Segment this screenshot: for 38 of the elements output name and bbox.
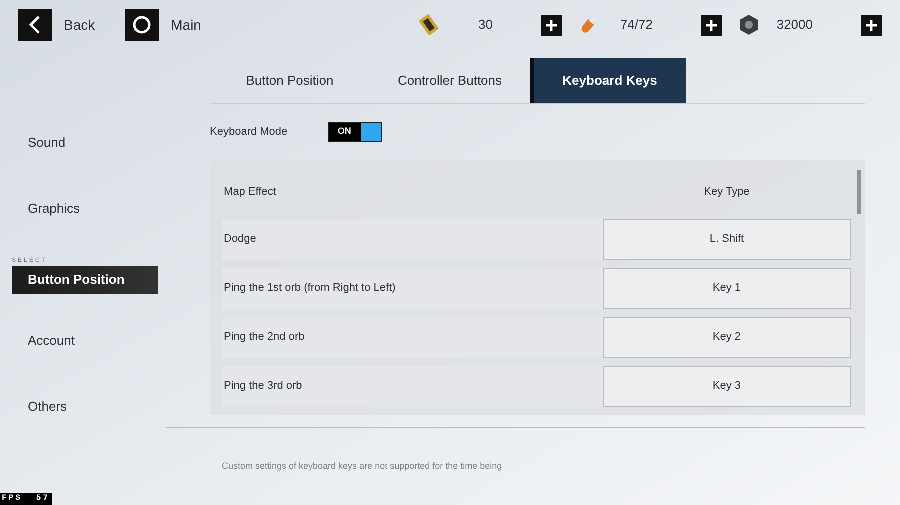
- add-button[interactable]: [541, 14, 562, 36]
- sidebar-item[interactable]: Account: [12, 327, 142, 355]
- map-effect-text: Ping the 2nd orb: [223, 330, 306, 346]
- currency-amount: 30: [478, 16, 494, 34]
- toggle-switch[interactable]: ON: [328, 122, 382, 142]
- scrollbar: [857, 170, 861, 214]
- key-button[interactable]: L. Shift: [603, 219, 851, 260]
- sidebar-item[interactable]: Sound: [12, 129, 142, 157]
- map-effect-text: Ping the 1st orb (from Right to Left): [223, 281, 397, 296]
- plus-icon: [705, 18, 718, 32]
- circle-icon: [132, 15, 152, 35]
- fps-value: 57: [36, 493, 50, 505]
- main-button[interactable]: Main: [125, 9, 202, 41]
- currency-amount: 74/72: [619, 16, 654, 34]
- currency-amount: 32000: [776, 16, 814, 34]
- tab[interactable]: Button Position: [210, 58, 370, 103]
- key-button[interactable]: Key 3: [603, 366, 851, 407]
- add-button[interactable]: [701, 14, 722, 36]
- column-header: Key Type: [703, 185, 751, 200]
- back-button[interactable]: Back: [18, 9, 96, 41]
- plus-icon: [545, 18, 558, 32]
- column-header: Map Effect: [223, 185, 278, 200]
- hex-nut-icon: [738, 14, 760, 36]
- fps-label: FPS: [2, 493, 22, 505]
- map-effect-text: Dodge: [223, 232, 258, 248]
- footer-note: Custom settings of keyboard keys are not supported for the time being: [222, 460, 504, 473]
- tab[interactable]: Controller Buttons: [370, 58, 530, 103]
- add-button[interactable]: [861, 14, 882, 36]
- key-button[interactable]: Key 2: [603, 317, 851, 358]
- sidebar-item[interactable]: Graphics: [12, 195, 142, 223]
- sidebar-item[interactable]: Button Position: [12, 266, 158, 294]
- keyboard-mode-label: Keyboard Mode: [210, 124, 288, 140]
- map-effect-text: Ping the 3rd orb: [223, 379, 304, 394]
- sidebar-item[interactable]: Others: [12, 393, 142, 421]
- plus-icon: [865, 18, 878, 32]
- chevron-left-icon: [28, 15, 42, 35]
- tab[interactable]: Keyboard Keys: [530, 58, 686, 103]
- key-button[interactable]: Key 1: [603, 268, 851, 309]
